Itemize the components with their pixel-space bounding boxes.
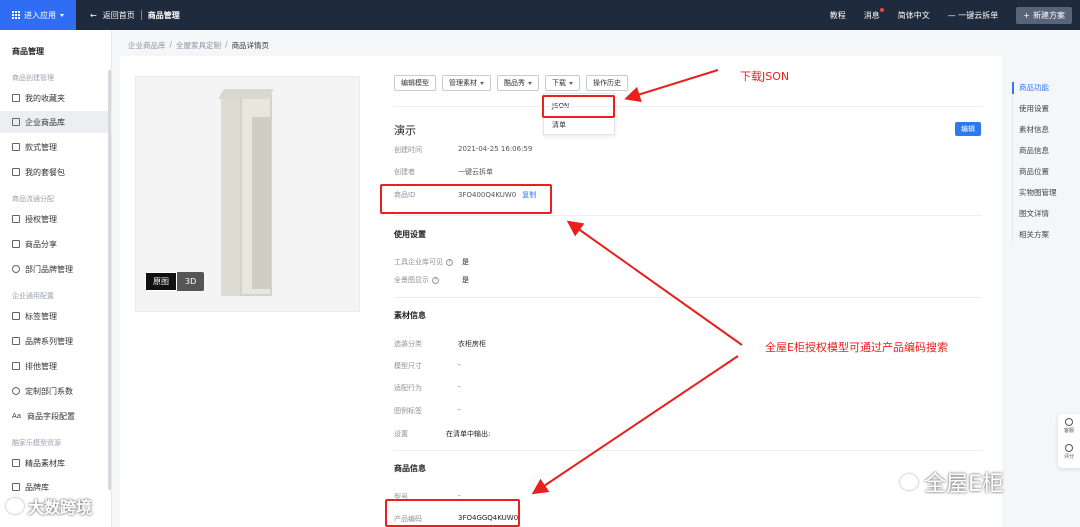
arrow-to-product-id bbox=[566, 220, 743, 346]
watermark-left: 大数跨境 bbox=[6, 494, 92, 518]
annotation-search-tip: 全屋E柜授权模型可通过产品编码搜索 bbox=[765, 341, 948, 354]
watermark-text: 全屋E柜 bbox=[924, 472, 1004, 497]
arrow-to-product-code bbox=[531, 355, 739, 495]
arrow-to-json bbox=[624, 69, 719, 103]
annotation-arrows bbox=[531, 69, 743, 495]
watermark-right: 全屋E柜 bbox=[900, 466, 1004, 498]
watermark-logo-icon bbox=[6, 498, 24, 514]
wechat-icon bbox=[900, 474, 918, 490]
annotation-download-json: 下载JSON bbox=[740, 70, 790, 83]
watermark-text: 大数跨境 bbox=[28, 498, 93, 517]
